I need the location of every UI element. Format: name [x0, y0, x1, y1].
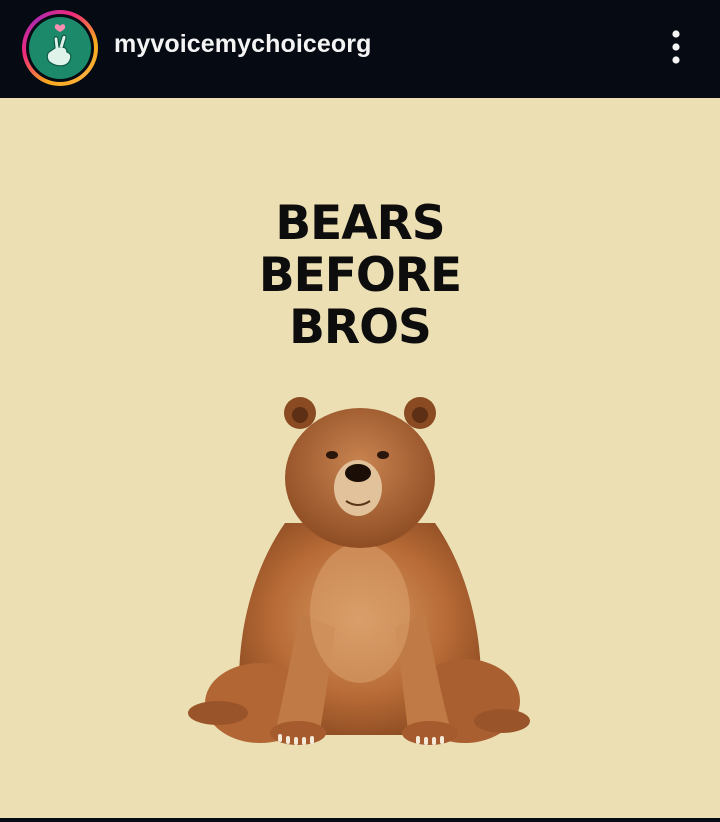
headline-line-3: BROS [289, 300, 432, 355]
headline-line-1: BEARS [275, 196, 445, 251]
avatar[interactable] [29, 17, 91, 79]
username[interactable]: myvoicemychoiceorg [114, 30, 371, 59]
hand-heart-logo-icon [46, 24, 72, 67]
story-ring[interactable] [22, 10, 98, 86]
post-header: myvoicemychoiceorg [0, 0, 720, 98]
more-options-vertical-icon [672, 30, 680, 64]
more-options-button[interactable] [656, 26, 696, 70]
bottom-divider [0, 818, 720, 822]
bear-illustration-icon [188, 397, 530, 745]
post-headline: BEARS BEFORE BROS [0, 198, 720, 354]
post-image[interactable]: BEARS BEFORE BROS [0, 98, 720, 818]
headline-line-2: BEFORE [258, 248, 462, 303]
